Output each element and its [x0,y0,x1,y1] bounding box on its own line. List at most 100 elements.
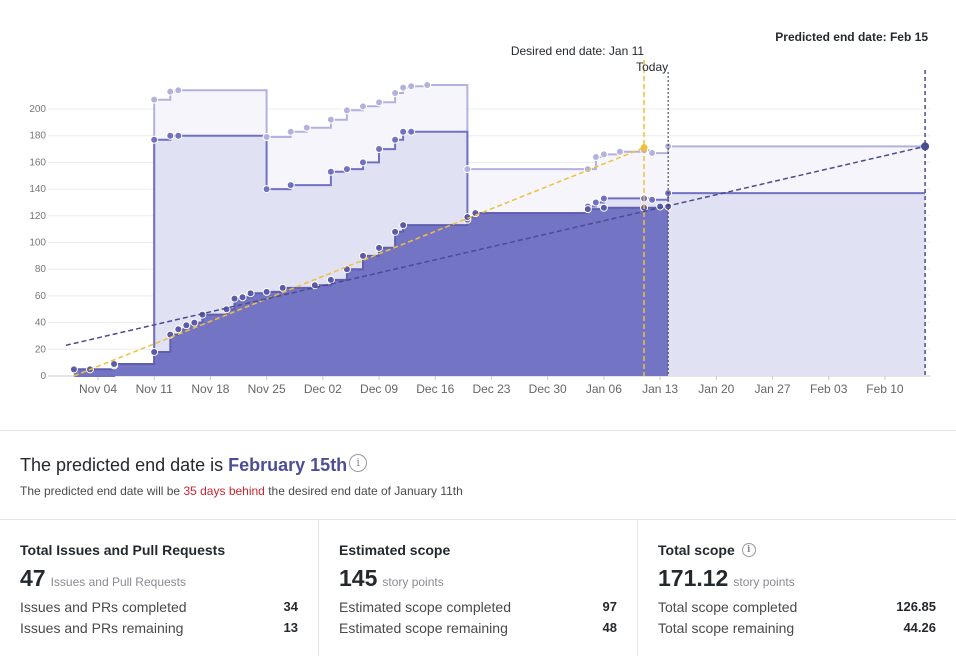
card-number: 171.12 [658,565,729,591]
card-title-wrap: Total scope i [658,542,756,558]
estimated-scope-point [342,165,351,174]
x-tick-label: Dec 23 [472,382,510,396]
completed-point [599,203,608,212]
predicted-end-subline: The predicted end date will be 35 days b… [20,484,463,498]
total-scope-point [342,106,351,115]
estimated-scope-point [358,158,367,167]
completed-point [326,275,335,284]
estimated-scope-point [375,145,384,154]
card-unit: story points [733,575,795,589]
card-row: Issues and PRs remaining 13 [20,620,298,636]
row-value: 48 [602,620,617,635]
card-title: Estimated scope [339,542,451,558]
x-tick-label: Dec 16 [416,382,454,396]
card-big-value: 145 story points [339,565,444,592]
card-row: Issues and PRs completed 34 [20,599,298,615]
row-label: Estimated scope remaining [339,620,508,636]
completed-point [174,325,183,334]
today-label: Today [636,60,668,74]
total-scope-point [463,165,472,174]
x-tick-label: Jan 13 [642,382,678,396]
row-label: Estimated scope completed [339,599,511,615]
completed-point [190,318,199,327]
completed-point [342,265,351,274]
total-scope-point [423,80,432,89]
completed-point [399,221,408,230]
card-big-value: 171.12 story points [658,565,795,592]
estimated-scope-point [599,194,608,203]
total-scope-point [375,98,384,107]
x-tick-label: Nov 25 [248,382,286,396]
completed-point [238,293,247,302]
row-label: Total scope completed [658,599,798,615]
predicted-date: February 15th [228,455,348,475]
section-divider [0,430,956,431]
chart-svg: 0 20 40 60 80 100 120 140 160 180 200 Nov 04 Nov 11 N… [29,30,930,396]
x-tick-label: Dec 02 [304,382,342,396]
card-title: Total scope [658,542,735,558]
row-value: 44.26 [903,620,936,635]
headline-prefix: The predicted end date is [20,455,224,475]
total-scope-point [174,86,183,95]
row-value: 126.85 [896,599,936,614]
x-tick-label: Jan 27 [755,382,791,396]
completed-point [246,289,255,298]
card-unit: Issues and Pull Requests [50,575,187,589]
estimated-scope-point [262,185,271,194]
estimated-scope-point [286,181,295,190]
info-icon[interactable]: i [349,453,368,472]
info-icon[interactable]: i [741,543,756,557]
row-value: 34 [283,599,298,614]
estimated-scope-point [399,127,408,136]
total-scope-point [166,87,175,96]
total-scope-card: Total scope i 171.12 story points Total sc… [638,520,956,656]
subline-prefix: The predicted end date will be [20,484,181,498]
total-scope-point [286,127,295,136]
card-row: Total scope completed 126.85 [658,599,936,615]
x-tick-label: Nov 18 [191,382,229,396]
days-behind: 35 days behind [183,484,265,498]
total-scope-point [262,133,271,142]
total-scope-point [391,88,400,97]
estimated-scope-point [326,167,335,176]
row-label: Issues and PRs completed [20,599,187,615]
card-number: 145 [339,565,378,591]
card-unit: story points [382,575,444,589]
estimated-scope-point [174,131,183,140]
row-label: Issues and PRs remaining [20,620,184,636]
card-title: Total Issues and Pull Requests [20,542,226,558]
total-scope-point [591,153,600,162]
y-tick-label: 0 [40,371,46,382]
x-tick-label: Jan 06 [586,382,622,396]
x-tick-label: Dec 30 [529,382,567,396]
estimated-scope-point [166,131,175,140]
predicted-end-point [921,142,930,151]
y-tick-label: 180 [29,131,46,142]
y-tick-label: 100 [29,238,46,249]
estimated-scope-point [391,135,400,144]
subline-suffix: the desired end date of January 11th [268,484,463,498]
card-row: Estimated scope completed 97 [339,599,617,615]
total-scope-point [399,83,408,92]
total-scope-point [150,95,159,104]
y-tick-label: 140 [29,184,46,195]
burndown-chart: 0 20 40 60 80 100 120 140 160 180 200 Nov 04 Nov 11 N… [0,0,956,430]
row-value: 97 [602,599,617,614]
y-tick-label: 60 [35,291,47,302]
x-tick-label: Feb 03 [810,382,848,396]
completed-point [262,287,271,296]
completed-point [150,347,159,356]
x-tick-label: Nov 04 [79,382,117,396]
card-row: Total scope remaining 44.26 [658,620,936,636]
completed-point [182,321,191,330]
total-scope-point [326,115,335,124]
x-tick-label: Feb 10 [866,382,904,396]
total-scope-point [615,147,624,156]
desired-end-label: Desired end date: Jan 11 [511,44,645,58]
completed-point [375,243,384,252]
total-scope-point [302,123,311,132]
completed-point [278,283,287,292]
y-tick-label: 40 [35,318,47,329]
total-scope-point [648,149,657,158]
x-tick-label: Nov 11 [136,382,173,396]
